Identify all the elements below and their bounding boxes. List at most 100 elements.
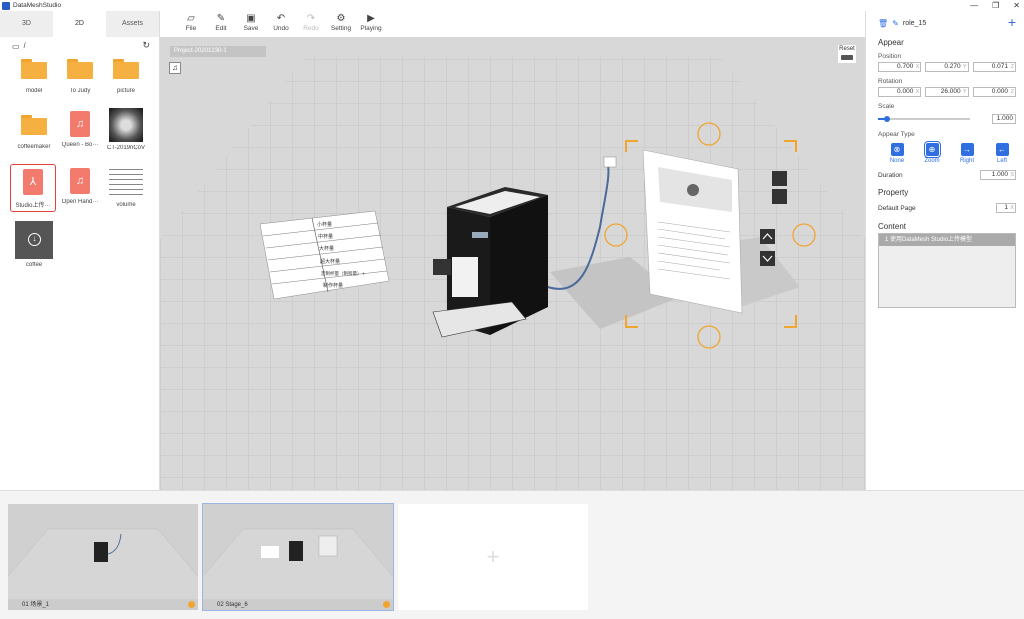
duration-row: Duration 1.000 S [878, 170, 1016, 180]
folder-icon: ▱ [187, 13, 195, 24]
menu-row: 小杯量 [317, 221, 332, 228]
setting-button[interactable]: ⚙ Setting [326, 11, 356, 37]
edit-icon[interactable]: ✎ [892, 19, 899, 28]
scale-slider[interactable]: 1.000 [878, 113, 1016, 125]
position-y-input[interactable]: 0.270 Y [925, 62, 969, 72]
content-list: 1 使用DataMesh Studio上传模型 [878, 233, 1016, 308]
menu-row: 超大杯量 [320, 258, 340, 265]
default-page-label: Default Page [878, 204, 916, 212]
reset-view-button[interactable]: Reset [838, 45, 856, 63]
property-title: Property [878, 188, 909, 197]
expand-icon[interactable] [772, 189, 787, 204]
none-icon: ⊗ [890, 143, 904, 156]
edit-button[interactable]: ✎ Edit [206, 11, 236, 37]
page-down-icon[interactable] [760, 251, 775, 266]
asset-tabs: 3D 2D Assets [0, 11, 159, 37]
play-icon[interactable] [383, 601, 390, 608]
save-button[interactable]: ▣ Save [236, 11, 266, 37]
folder-icon[interactable]: ▭ [12, 42, 20, 51]
folder-icon [21, 59, 47, 79]
play-icon: ▶ [367, 13, 375, 24]
pdf-document-panel[interactable] [642, 149, 743, 314]
appear-type-none[interactable]: ⊗ None [888, 143, 906, 164]
appear-type-left[interactable]: ← Left [993, 143, 1011, 164]
fullscreen-icon[interactable] [772, 171, 787, 186]
tab-assets[interactable]: Assets [106, 11, 159, 37]
scene-canvas[interactable]: 小杯量 中杯量 大杯量 超大杯量 定制杯量（制程量）+ 制作杯量 [160, 37, 865, 490]
appear-type-zoom[interactable]: ⊕ Zoom [923, 141, 941, 164]
scene-viewport[interactable]: 小杯量 中杯量 大杯量 超大杯量 定制杯量（制程量）+ 制作杯量 Project… [160, 37, 865, 490]
undo-button[interactable]: ↶ Undo [266, 11, 296, 37]
redo-icon: ↷ [306, 13, 316, 24]
asset-label: Open Hand··· [61, 199, 99, 205]
redo-button[interactable]: ↷ Redo [296, 11, 326, 37]
page-up-icon[interactable] [760, 229, 775, 244]
rotation-y-input[interactable]: 26.000 Y [925, 87, 969, 97]
project-label: Project-20201230-1 [170, 46, 266, 57]
menu-row: 中杯量 [318, 233, 333, 240]
download-thumbnail: ↓ [15, 221, 53, 259]
asset-open-hand[interactable]: ♫ Open Hand··· [58, 168, 102, 205]
asset-studio-pdf[interactable]: ⅄ Studio上传··· [10, 164, 56, 212]
arrow-left-icon: ← [995, 143, 1009, 156]
duration-input[interactable]: 1.000 S [980, 170, 1016, 180]
tab-3d[interactable]: 3D [0, 11, 53, 37]
appear-type-right[interactable]: → Right [958, 143, 976, 164]
add-icon[interactable]: + [1008, 14, 1016, 30]
title-bar: DataMeshStudio — ❐ ✕ [0, 0, 1024, 11]
asset-label: coffeemaker [17, 144, 51, 150]
rotation-fields: 0.000 X 26.000 Y 0.000 Z [878, 87, 1016, 97]
scale-input[interactable]: 1.000 [992, 114, 1016, 124]
zoom-icon: ⊕ [923, 141, 941, 158]
appear-title: Appear [878, 38, 904, 47]
refresh-icon[interactable]: ↻ [142, 40, 150, 51]
asset-ct-scan[interactable]: CT-2019nCoV [104, 108, 148, 151]
coffee-machine-model[interactable] [432, 187, 548, 338]
arrow-right-icon: → [960, 143, 974, 156]
appear-type-label: Appear Type [878, 131, 915, 138]
add-stage-button[interactable]: + [398, 504, 588, 610]
inspector-header: 🗑 ✎ role_15 + [878, 11, 1016, 35]
position-fields: 0.700 X 0.270 Y 0.071 Z [878, 62, 1016, 72]
maximize-button[interactable]: ❐ [992, 0, 999, 11]
stage-thumbnail[interactable]: 01 场景_1 [8, 504, 198, 610]
content-title: Content [878, 222, 907, 231]
reset-icon [841, 55, 853, 60]
asset-queen[interactable]: ♫ Queen - Bo··· [58, 111, 102, 148]
scale-knob[interactable] [884, 116, 890, 122]
position-z-input[interactable]: 0.071 Z [972, 62, 1016, 72]
asset-volume[interactable]: volume [104, 165, 148, 208]
position-label: Position [878, 53, 902, 60]
play-icon[interactable] [188, 601, 195, 608]
rotation-x-input[interactable]: 0.000 X [878, 87, 922, 97]
content-item[interactable]: 1 使用DataMesh Studio上传模型 [879, 234, 1015, 246]
asset-coffeemaker[interactable]: coffeemaker [12, 111, 56, 150]
menu-row: 定制杯量（制程量）+ [321, 270, 365, 277]
main-toolbar: ▱ File ✎ Edit ▣ Save ↶ Undo ↷ Redo ⚙ Setting ▶… [160, 11, 865, 37]
music-icon[interactable]: ♫ [169, 62, 181, 74]
stage-preview [203, 528, 393, 600]
tab-2d[interactable]: 2D [53, 11, 106, 37]
position-x-input[interactable]: 0.700 X [878, 62, 922, 72]
asset-label: To Judy [69, 88, 91, 94]
edit-icon: ✎ [216, 13, 226, 24]
asset-label: model [25, 88, 43, 94]
close-button[interactable]: ✕ [1013, 0, 1020, 11]
asset-coffee[interactable]: ↓ coffee [12, 221, 56, 268]
asset-to-judy[interactable]: To Judy [58, 55, 102, 94]
minimize-button[interactable]: — [970, 0, 978, 11]
stage-timeline: 01 场景_1 02 Stage_6 + [0, 490, 1024, 619]
duration-label: Duration [878, 171, 903, 179]
folder-icon [67, 59, 93, 79]
stage-thumbnail[interactable]: 02 Stage_6 [202, 503, 394, 611]
default-page-input[interactable]: 1X [996, 203, 1016, 213]
music-file-icon: ♫ [70, 168, 90, 194]
file-button[interactable]: ▱ File [176, 11, 206, 37]
playing-button[interactable]: ▶ Playing [356, 11, 386, 37]
delete-icon[interactable]: 🗑 [878, 19, 888, 28]
asset-model[interactable]: model [12, 55, 56, 94]
download-icon: ↓ [28, 233, 41, 246]
rotation-z-input[interactable]: 0.000 Z [972, 87, 1016, 97]
plus-icon: + [486, 544, 500, 569]
asset-picture[interactable]: picture [104, 55, 148, 94]
